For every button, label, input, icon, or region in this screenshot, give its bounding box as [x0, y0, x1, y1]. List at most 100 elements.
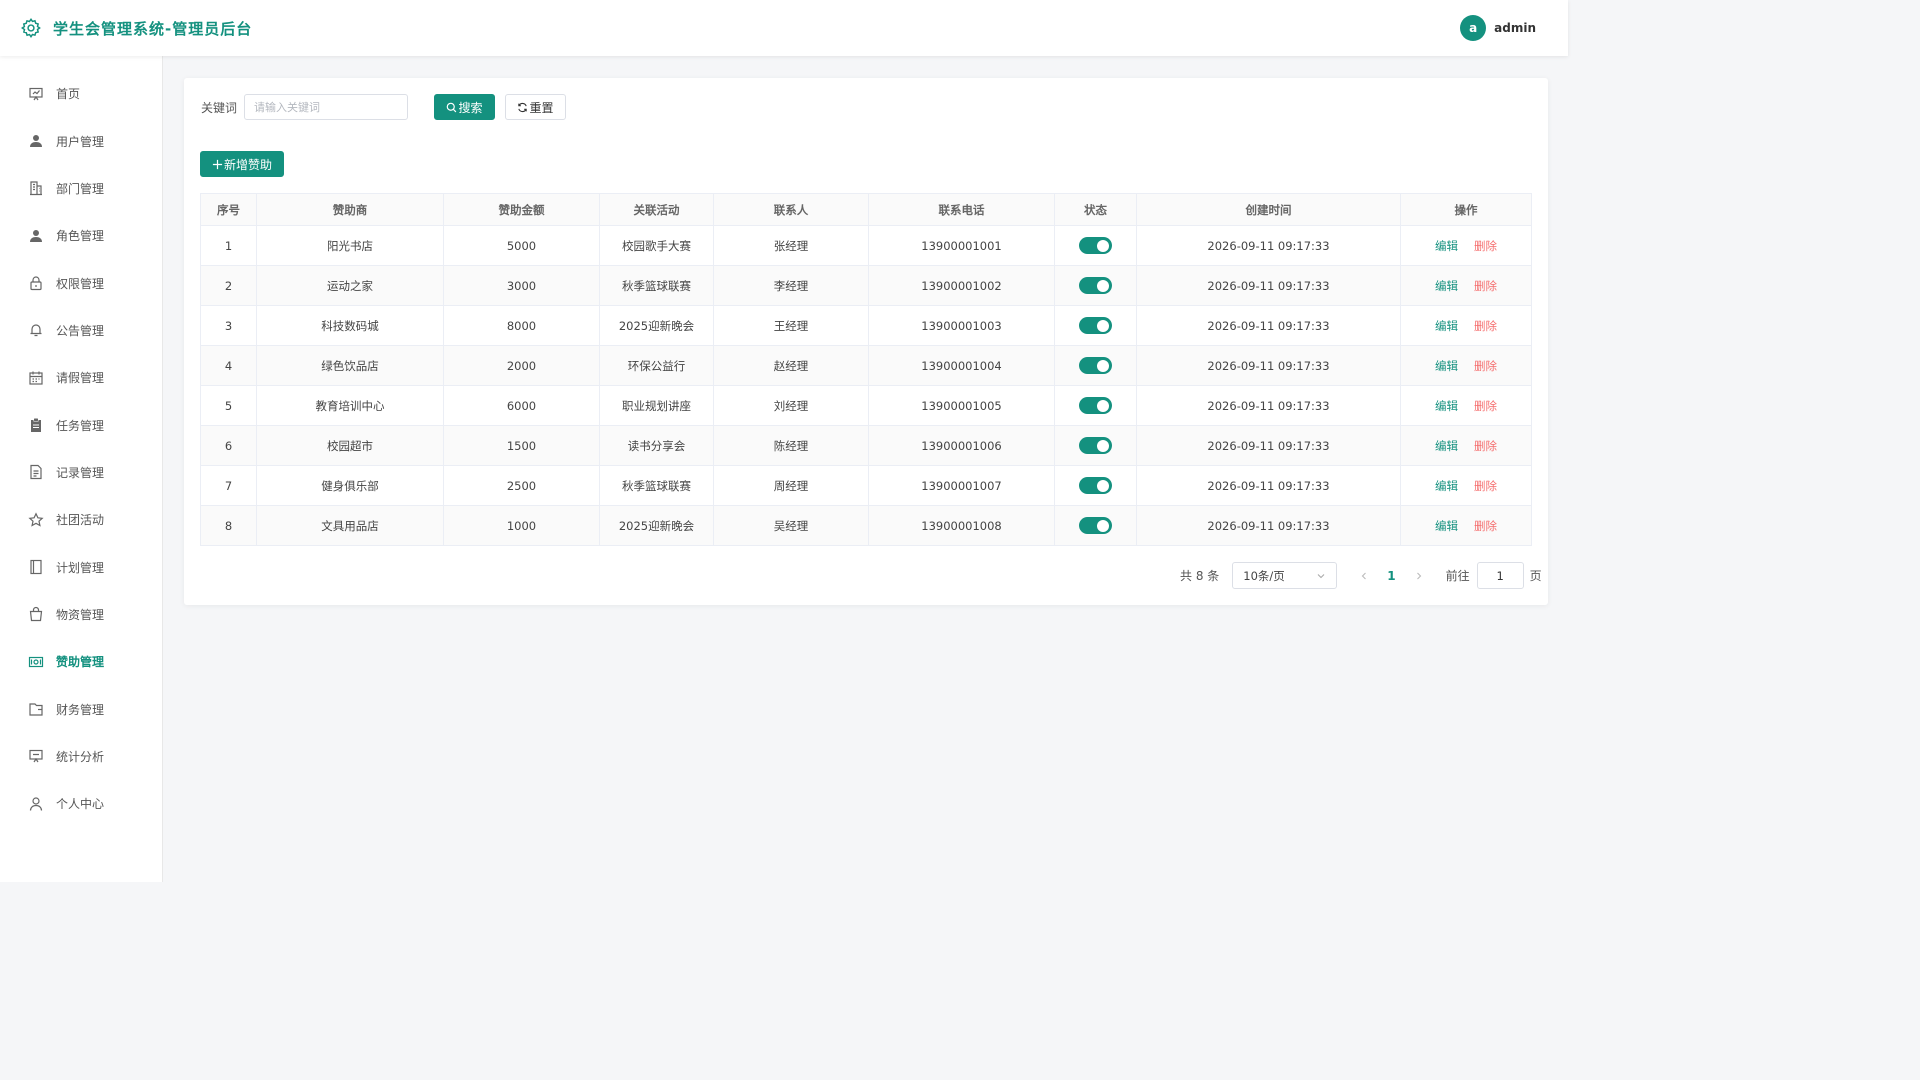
column-header: 联系人	[713, 193, 869, 226]
sidebar-item-leave[interactable]: 请假管理	[0, 354, 162, 401]
delete-button[interactable]: 删除	[1474, 319, 1497, 333]
toggle-knob	[1097, 279, 1109, 292]
row-index: 5	[200, 385, 257, 426]
sidebar-item-materials[interactable]: 物资管理	[0, 591, 162, 638]
sponsor-amount: 8000	[443, 305, 600, 346]
edit-button[interactable]: 编辑	[1435, 399, 1458, 413]
sidebar-item-departments[interactable]: 部门管理	[0, 165, 162, 212]
delete-button[interactable]: 删除	[1474, 279, 1497, 293]
contact-phone: 13900001002	[868, 265, 1055, 306]
sidebar: 首页 用户管理 部门管理 角色管理 权限管理 公告管理 请假管理 任务管理 记录…	[0, 56, 163, 882]
sidebar-item-sponsorship[interactable]: 赞助管理	[0, 638, 162, 685]
status-toggle[interactable]	[1079, 517, 1112, 534]
edit-button[interactable]: 编辑	[1435, 359, 1458, 373]
status-toggle[interactable]	[1079, 477, 1112, 494]
status-cell	[1054, 385, 1137, 426]
sidebar-item-club-activities[interactable]: 社团活动	[0, 496, 162, 543]
user-outline-icon	[28, 796, 44, 812]
table-row: 3 科技数码城 8000 2025迎新晚会 王经理 13900001003 2026-09-…	[200, 305, 1532, 346]
status-toggle[interactable]	[1079, 277, 1112, 294]
actions-cell: 编辑 删除	[1400, 225, 1532, 266]
sidebar-item-records[interactable]: 记录管理	[0, 449, 162, 496]
sidebar-item-label: 任务管理	[56, 418, 105, 433]
actions-cell: 编辑 删除	[1400, 345, 1532, 386]
sidebar-item-statistics[interactable]: 统计分析	[0, 733, 162, 780]
sidebar-item-announcements[interactable]: 公告管理	[0, 307, 162, 354]
edit-button[interactable]: 编辑	[1435, 479, 1458, 493]
sidebar-item-label: 用户管理	[56, 134, 105, 149]
table-row: 7 健身俱乐部 2500 秋季篮球联赛 周经理 13900001007 2026-09-11…	[200, 465, 1532, 506]
delete-button[interactable]: 删除	[1474, 399, 1497, 413]
edit-button[interactable]: 编辑	[1435, 279, 1458, 293]
contact-phone: 13900001001	[868, 225, 1055, 266]
status-toggle[interactable]	[1079, 437, 1112, 454]
column-header: 赞助金额	[443, 193, 600, 226]
star-icon	[28, 512, 44, 528]
edit-button[interactable]: 编辑	[1435, 239, 1458, 253]
sidebar-item-finance[interactable]: 财务管理	[0, 685, 162, 732]
sidebar-item-permissions[interactable]: 权限管理	[0, 259, 162, 306]
username[interactable]: admin	[1494, 21, 1536, 35]
sidebar-item-roles[interactable]: 角色管理	[0, 212, 162, 259]
contact-person: 李经理	[713, 265, 869, 306]
status-cell	[1054, 265, 1137, 306]
related-activity: 环保公益行	[599, 345, 714, 386]
reset-button[interactable]: 重置	[505, 94, 566, 120]
row-index: 7	[200, 465, 257, 506]
edit-button[interactable]: 编辑	[1435, 519, 1458, 533]
sponsor-name: 绿色饮品店	[256, 345, 444, 386]
row-index: 4	[200, 345, 257, 386]
edit-button[interactable]: 编辑	[1435, 439, 1458, 453]
content-card: 关键词 搜索 重置 新增赞助 序号 赞助商 赞助金额 关联活动	[184, 78, 1548, 605]
sidebar-item-users[interactable]: 用户管理	[0, 117, 162, 164]
related-activity: 职业规划讲座	[599, 385, 714, 426]
prev-page-button[interactable]	[1359, 571, 1369, 581]
add-sponsorship-label: 新增赞助	[223, 157, 272, 172]
edit-button[interactable]: 编辑	[1435, 319, 1458, 333]
search-button[interactable]: 搜索	[434, 94, 495, 120]
actions-cell: 编辑 删除	[1400, 385, 1532, 426]
toggle-knob	[1097, 359, 1109, 372]
sponsor-name: 阳光书店	[256, 225, 444, 266]
goto-page-input[interactable]	[1476, 562, 1524, 589]
add-sponsorship-button[interactable]: 新增赞助	[200, 151, 284, 177]
avatar[interactable]: a	[1460, 15, 1487, 41]
row-index: 2	[200, 265, 257, 306]
calendar-icon	[28, 370, 44, 386]
row-index: 8	[200, 505, 257, 546]
sidebar-item-home[interactable]: 首页	[0, 70, 162, 117]
status-toggle[interactable]	[1079, 317, 1112, 334]
page-size-select[interactable]: 10条/页	[1232, 562, 1338, 589]
related-activity: 2025迎新晚会	[599, 505, 714, 546]
sidebar-item-plans[interactable]: 计划管理	[0, 543, 162, 590]
status-toggle[interactable]	[1079, 357, 1112, 374]
sidebar-item-tasks[interactable]: 任务管理	[0, 401, 162, 448]
sponsor-amount: 2500	[443, 465, 600, 506]
user-menu[interactable]: a admin	[1460, 15, 1536, 41]
column-header: 状态	[1054, 193, 1137, 226]
created-time: 2026-09-11 09:17:33	[1136, 505, 1401, 546]
status-cell	[1054, 425, 1137, 466]
created-time: 2026-09-11 09:17:33	[1136, 385, 1401, 426]
next-page-button[interactable]	[1414, 571, 1424, 581]
row-index: 1	[200, 225, 257, 266]
column-header: 关联活动	[599, 193, 714, 226]
delete-button[interactable]: 删除	[1474, 519, 1497, 533]
page-number-current[interactable]: 1	[1387, 569, 1395, 583]
delete-button[interactable]: 删除	[1474, 239, 1497, 253]
sidebar-item-label: 社团活动	[56, 513, 105, 528]
delete-button[interactable]: 删除	[1474, 359, 1497, 373]
top-header: 学生会管理系统-管理员后台 a admin	[0, 0, 1568, 56]
status-cell	[1054, 465, 1137, 506]
column-header: 操作	[1400, 193, 1532, 226]
page-suffix: 页	[1529, 569, 1542, 583]
presentation-icon	[28, 748, 44, 764]
keyword-input[interactable]	[244, 94, 408, 120]
status-toggle[interactable]	[1079, 237, 1112, 254]
sidebar-item-profile[interactable]: 个人中心	[0, 780, 162, 827]
delete-button[interactable]: 删除	[1474, 439, 1497, 453]
delete-button[interactable]: 删除	[1474, 479, 1497, 493]
contact-person: 周经理	[713, 465, 869, 506]
status-toggle[interactable]	[1079, 397, 1112, 414]
pagination-total: 共 8 条	[1180, 569, 1220, 583]
